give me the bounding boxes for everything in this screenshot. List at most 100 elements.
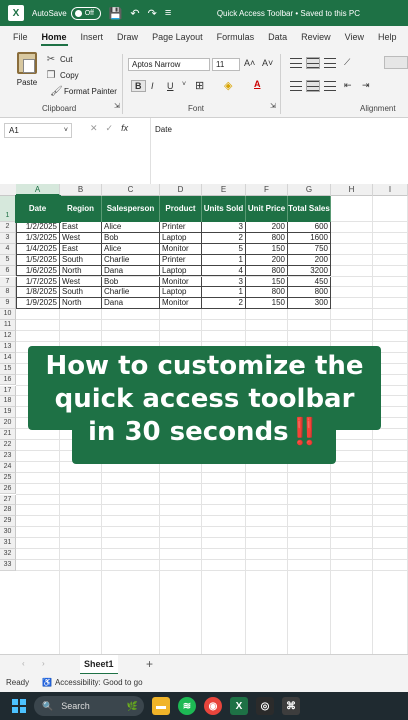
- increase-font-icon[interactable]: A˄: [244, 58, 255, 68]
- row-header-21[interactable]: 21: [0, 429, 16, 440]
- table-cell[interactable]: 150: [246, 243, 288, 255]
- table-cell[interactable]: Dana: [102, 298, 160, 310]
- font-size-dropdown[interactable]: 11: [212, 58, 240, 71]
- formula-input[interactable]: Date: [155, 125, 172, 134]
- spotify-icon[interactable]: ≋: [178, 697, 196, 715]
- align-left-icon[interactable]: [290, 81, 302, 91]
- table-cell[interactable]: East: [60, 222, 102, 233]
- add-sheet-button[interactable]: +: [146, 657, 153, 671]
- row-header-25[interactable]: 25: [0, 472, 16, 484]
- customize-qat-icon[interactable]: ≡: [165, 7, 171, 19]
- increase-indent-icon[interactable]: ⇥: [362, 80, 370, 91]
- table-cell[interactable]: 800: [246, 232, 288, 244]
- column-header-f[interactable]: F: [246, 184, 288, 196]
- table-cell[interactable]: South: [60, 287, 102, 299]
- middle-align-icon[interactable]: [306, 57, 320, 69]
- table-header-cell[interactable]: Date: [16, 196, 60, 222]
- table-cell[interactable]: 150: [246, 276, 288, 288]
- table-cell[interactable]: Bob: [102, 276, 160, 288]
- row-header-7[interactable]: 7: [0, 276, 16, 288]
- table-cell[interactable]: Laptop: [160, 232, 202, 244]
- taskbar-search[interactable]: 🔍 Search 🌿: [34, 696, 144, 716]
- undo-icon[interactable]: ↶: [130, 7, 139, 20]
- wrap-text-button[interactable]: [384, 56, 408, 69]
- sheet-prev-icon[interactable]: ‹: [22, 659, 25, 668]
- fill-color-icon[interactable]: ◈: [224, 79, 232, 92]
- row-header-2[interactable]: 2: [0, 222, 16, 233]
- row-header-29[interactable]: 29: [0, 516, 16, 528]
- cancel-icon[interactable]: ✕: [90, 123, 98, 134]
- obs-icon[interactable]: ◎: [256, 697, 274, 715]
- tab-insert[interactable]: Insert: [74, 26, 111, 48]
- table-cell[interactable]: North: [60, 265, 102, 277]
- table-cell[interactable]: 1/8/2025: [16, 287, 60, 299]
- table-cell[interactable]: Monitor: [160, 276, 202, 288]
- table-cell[interactable]: 3: [202, 222, 246, 233]
- table-cell[interactable]: 1/4/2025: [16, 243, 60, 255]
- tab-formulas[interactable]: Formulas: [210, 26, 262, 48]
- orientation-icon[interactable]: ⟋: [344, 57, 350, 68]
- column-header-a[interactable]: A: [16, 184, 60, 196]
- decrease-font-icon[interactable]: A˅: [262, 58, 273, 68]
- tab-draw[interactable]: Draw: [110, 26, 145, 48]
- table-cell[interactable]: 1/3/2025: [16, 232, 60, 244]
- tab-file[interactable]: File: [6, 26, 35, 48]
- column-header-i[interactable]: I: [373, 184, 408, 196]
- row-header-19[interactable]: 19: [0, 407, 16, 419]
- table-cell[interactable]: Bob: [102, 232, 160, 244]
- copy-button[interactable]: ❐ Copy: [46, 70, 79, 81]
- table-cell[interactable]: 150: [246, 298, 288, 310]
- table-cell[interactable]: Laptop: [160, 265, 202, 277]
- table-cell[interactable]: 3: [202, 276, 246, 288]
- chrome-icon[interactable]: ◉: [204, 697, 222, 715]
- tab-review[interactable]: Review: [294, 26, 338, 48]
- align-right-icon[interactable]: [324, 81, 336, 91]
- row-header-24[interactable]: 24: [0, 461, 16, 473]
- capcut-icon[interactable]: ⌘: [282, 697, 300, 715]
- cut-button[interactable]: ✂ Cut: [46, 54, 73, 65]
- borders-icon[interactable]: ⊞: [195, 79, 204, 92]
- accessibility-status[interactable]: ♿ Accessibility: Good to go: [42, 674, 143, 692]
- table-header-cell[interactable]: Units Sold: [202, 196, 246, 222]
- table-cell[interactable]: 1: [202, 254, 246, 266]
- table-cell[interactable]: 1: [202, 287, 246, 299]
- excel-taskbar-icon[interactable]: X: [230, 697, 248, 715]
- table-cell[interactable]: 1/5/2025: [16, 254, 60, 266]
- table-cell[interactable]: 2: [202, 298, 246, 310]
- table-cell[interactable]: 3200: [288, 265, 331, 277]
- sheet-next-icon[interactable]: ›: [42, 659, 45, 668]
- table-cell[interactable]: 2: [202, 232, 246, 244]
- row-header-30[interactable]: 30: [0, 527, 16, 539]
- row-header-22[interactable]: 22: [0, 440, 16, 451]
- underline-dropdown-icon[interactable]: ˅: [182, 81, 186, 88]
- table-cell[interactable]: 5: [202, 243, 246, 255]
- top-align-icon[interactable]: [290, 58, 302, 68]
- row-header-20[interactable]: 20: [0, 418, 16, 430]
- table-cell[interactable]: 750: [288, 243, 331, 255]
- table-cell[interactable]: South: [60, 254, 102, 266]
- bottom-align-icon[interactable]: [324, 58, 336, 68]
- table-cell[interactable]: West: [60, 276, 102, 288]
- table-cell[interactable]: Monitor: [160, 298, 202, 310]
- table-cell[interactable]: Alice: [102, 243, 160, 255]
- document-title[interactable]: Quick Access Toolbar • Saved to this PC: [217, 9, 360, 18]
- font-color-icon[interactable]: A: [254, 79, 261, 89]
- table-cell[interactable]: 600: [288, 222, 331, 233]
- table-cell[interactable]: 300: [288, 298, 331, 310]
- table-cell[interactable]: Monitor: [160, 243, 202, 255]
- clipboard-launcher-icon[interactable]: ⇲: [114, 102, 120, 110]
- table-cell[interactable]: 800: [288, 287, 331, 299]
- table-cell[interactable]: Laptop: [160, 287, 202, 299]
- table-cell[interactable]: North: [60, 298, 102, 310]
- table-cell[interactable]: Printer: [160, 222, 202, 233]
- format-painter-button[interactable]: 🖌 Format Painter: [50, 86, 117, 97]
- font-name-dropdown[interactable]: Aptos Narrow: [128, 58, 210, 71]
- table-cell[interactable]: 1/2/2025: [16, 222, 60, 233]
- row-header-8[interactable]: 8: [0, 287, 16, 299]
- windows-start-icon[interactable]: [12, 699, 26, 713]
- enter-icon[interactable]: ✓: [106, 123, 114, 134]
- row-header-5[interactable]: 5: [0, 254, 16, 266]
- file-explorer-icon[interactable]: ▬: [152, 697, 170, 715]
- paste-button[interactable]: Paste: [14, 52, 40, 87]
- redo-icon[interactable]: ↷: [148, 7, 157, 20]
